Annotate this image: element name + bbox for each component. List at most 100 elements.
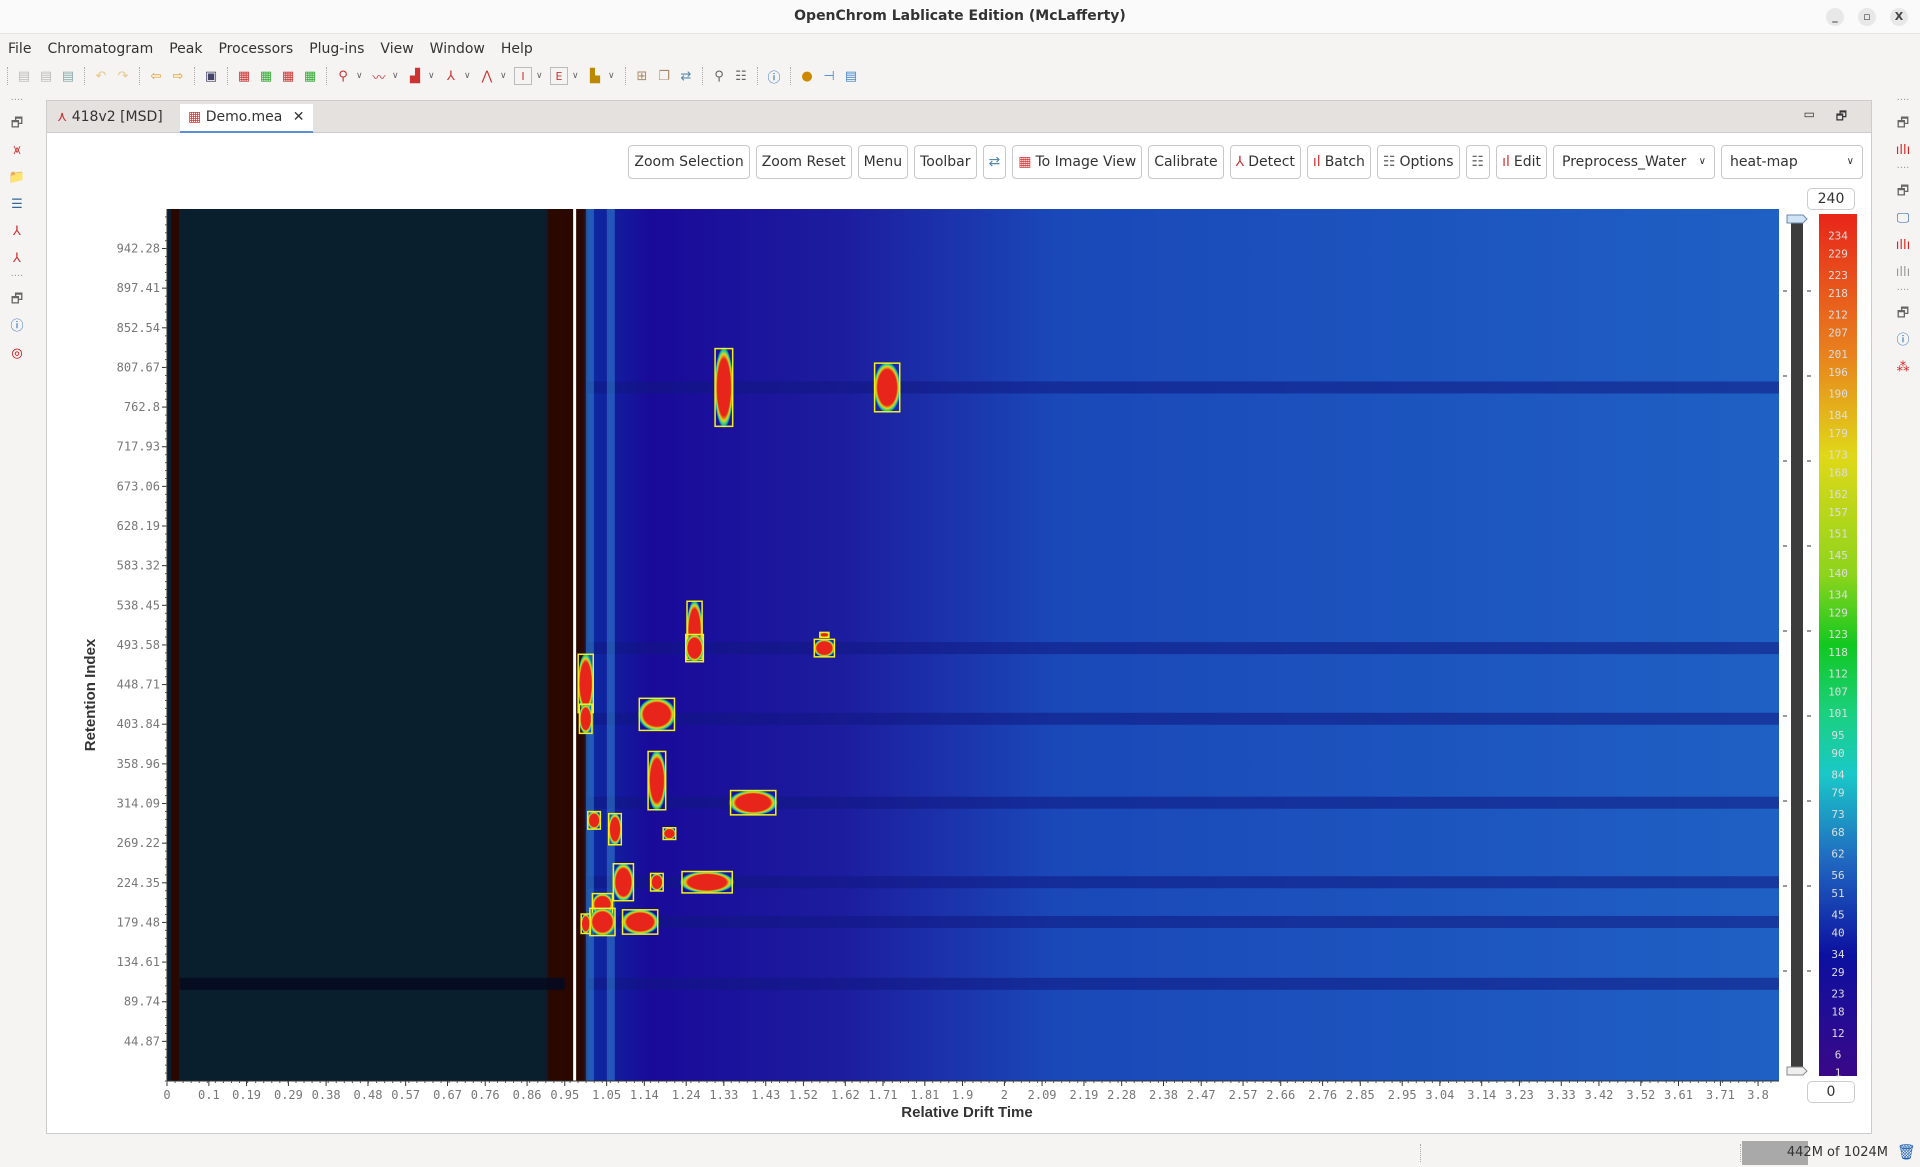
left-trim-bar: ···· 🗗 ⩙ 📁 ☰ ⅄ ⅄ ···· 🗗 ⓘ ◎ (0, 96, 34, 362)
chevron-down-icon[interactable]: ∨ (536, 71, 546, 81)
mass-spectrum-icon[interactable]: ıllı (1886, 232, 1920, 259)
new-window-icon[interactable]: ❐ (655, 67, 673, 85)
color-scale-label: 234 (1828, 230, 1848, 243)
spectrum-icon[interactable]: ıllı (1886, 137, 1920, 164)
reactant-ion-peak-line (573, 209, 577, 1081)
baseline-icon[interactable]: 〰 (370, 67, 388, 86)
menu-plugins[interactable]: Plug-ins (301, 36, 372, 62)
camera-icon[interactable]: ▣ (202, 67, 220, 85)
range-slider-min-handle[interactable] (1786, 1066, 1808, 1076)
peak-spot (608, 812, 622, 846)
restore-icon[interactable]: 🗗 (1886, 300, 1920, 327)
user-icon[interactable]: ● (798, 67, 816, 85)
trim-grip[interactable]: ···· (0, 96, 34, 110)
range-slider-max-handle[interactable] (1786, 214, 1808, 224)
menu-help[interactable]: Help (493, 36, 541, 62)
export-icon[interactable]: E (550, 67, 568, 85)
close-window-button[interactable]: X (1890, 8, 1908, 26)
y-tick-label: 942.28 (117, 242, 160, 256)
target-icon[interactable]: ◎ (0, 340, 34, 367)
trim-grip[interactable]: ···· (1886, 164, 1920, 178)
monitor-icon[interactable]: 🖵 (1886, 205, 1920, 232)
menu-window[interactable]: Window (422, 36, 493, 62)
file-explorer-icon[interactable]: 📁 (0, 164, 34, 191)
peak-detector-icon[interactable]: ▟ (406, 67, 424, 85)
save-as-icon[interactable]: ▤ (37, 67, 55, 85)
peak-zoom-icon[interactable]: ⚲ (334, 67, 352, 85)
chevron-down-icon[interactable]: ∨ (428, 71, 438, 81)
menu-chromatogram[interactable]: Chromatogram (39, 36, 161, 62)
restore-icon[interactable]: 🗗 (0, 110, 34, 137)
y-tick-label: 807.67 (117, 360, 160, 374)
chevron-down-icon[interactable]: ∨ (464, 71, 474, 81)
y-tick-label: 493.58 (117, 638, 160, 652)
color-scale-label: 151 (1828, 528, 1848, 541)
color-scale-max[interactable]: 240 (1807, 188, 1855, 210)
editor-area: ⋏ 418v2 [MSD] ▦ Demo.mea ✕ ▭ 🗗 Zoom Sele… (46, 100, 1872, 1134)
color-scale-min[interactable]: 0 (1807, 1081, 1855, 1103)
heatmap-chart[interactable]: 44.87 89.74 134.61 179.48 224.35 269.22 314.09… (47, 101, 1873, 1135)
import-chromatogram-icon[interactable]: ▦ (235, 67, 253, 85)
undo-icon[interactable]: ↶ (92, 67, 110, 85)
molecule-icon[interactable]: ⁂ (1886, 354, 1920, 381)
range-slider-track[interactable] (1791, 221, 1803, 1071)
restore-icon[interactable]: 🗗 (0, 286, 34, 313)
peak-icon[interactable]: ⅄ (442, 67, 460, 85)
back-icon[interactable]: ⇦ (147, 67, 165, 85)
list-icon[interactable]: ☰ (0, 191, 34, 218)
add-chromatogram-green-icon[interactable]: ▦ (301, 67, 319, 85)
library-icon[interactable]: ▙ (586, 67, 604, 85)
color-scale: 2342292232182122072011961901841791731681… (1783, 214, 1857, 1079)
peak-list-icon[interactable]: ⅄ (0, 218, 34, 245)
save-all-icon[interactable]: ▤ (59, 67, 77, 85)
peaks-icon[interactable]: ⋀ (478, 67, 496, 85)
new-perspective-icon[interactable]: ⊞ (633, 67, 651, 85)
chevron-down-icon[interactable]: ∨ (572, 71, 582, 81)
chevron-down-icon[interactable]: ∨ (500, 71, 510, 81)
menu-file[interactable]: File (0, 36, 39, 62)
trim-grip[interactable]: ···· (1886, 96, 1920, 110)
info-icon[interactable]: ⓘ (1886, 327, 1920, 354)
switch-icon[interactable]: ⇄ (677, 67, 695, 85)
mass-spectrum-gray-icon[interactable]: ıllı (1886, 259, 1920, 286)
color-scale-label: 40 (1831, 926, 1844, 939)
integrator-icon[interactable]: I (514, 67, 532, 85)
search-icon[interactable]: ⚲ (710, 67, 728, 85)
color-scale-label: 1 (1835, 1066, 1842, 1079)
trim-grip[interactable]: ···· (1886, 286, 1920, 300)
report-icon[interactable]: ▤ (842, 67, 860, 85)
x-tick-label: 0.76 (471, 1088, 500, 1102)
menu-view[interactable]: View (372, 36, 421, 62)
trim-grip[interactable]: ···· (0, 272, 34, 286)
color-scale-label: 12 (1831, 1027, 1844, 1040)
info-icon[interactable]: ⓘ (765, 67, 783, 86)
menu-processors[interactable]: Processors (210, 36, 301, 62)
info-icon[interactable]: ⓘ (0, 313, 34, 340)
save-icon[interactable]: ▤ (15, 67, 33, 85)
chromatogram-overview-icon[interactable]: ⩙ (0, 137, 34, 164)
chevron-down-icon[interactable]: ∨ (608, 71, 618, 81)
forward-icon[interactable]: ⇨ (169, 67, 187, 85)
window-title: OpenChrom Lablicate Edition (McLafferty) (794, 8, 1126, 24)
plugin-icon[interactable]: ⊣ (820, 67, 838, 85)
peak-spot (637, 697, 676, 732)
memory-indicator[interactable]: 442M of 1024M (1742, 1141, 1896, 1165)
settings-list-icon[interactable]: ☷ (732, 67, 750, 85)
restore-icon[interactable]: 🗗 (1886, 178, 1920, 205)
target-peak-icon[interactable]: ⅄ (0, 245, 34, 272)
color-scale-label: 6 (1835, 1048, 1842, 1061)
toolbar-separator (790, 67, 791, 85)
maximize-button[interactable]: ▫ (1858, 8, 1876, 26)
chevron-down-icon[interactable]: ∨ (392, 71, 402, 81)
toolbar-grip[interactable] (7, 67, 8, 85)
menu-peak[interactable]: Peak (161, 36, 210, 62)
add-chromatogram-icon[interactable]: ▦ (257, 67, 275, 85)
peak-spot (578, 703, 593, 735)
garbage-collect-icon[interactable]: 🗑 (1897, 1143, 1916, 1161)
minimize-button[interactable]: _ (1826, 8, 1844, 26)
chevron-down-icon[interactable]: ∨ (356, 71, 366, 81)
x-tick-label: 3.8 (1747, 1088, 1769, 1102)
restore-icon[interactable]: 🗗 (1886, 110, 1920, 137)
redo-icon[interactable]: ↷ (114, 67, 132, 85)
add-chromatogram-red-icon[interactable]: ▦ (279, 67, 297, 85)
